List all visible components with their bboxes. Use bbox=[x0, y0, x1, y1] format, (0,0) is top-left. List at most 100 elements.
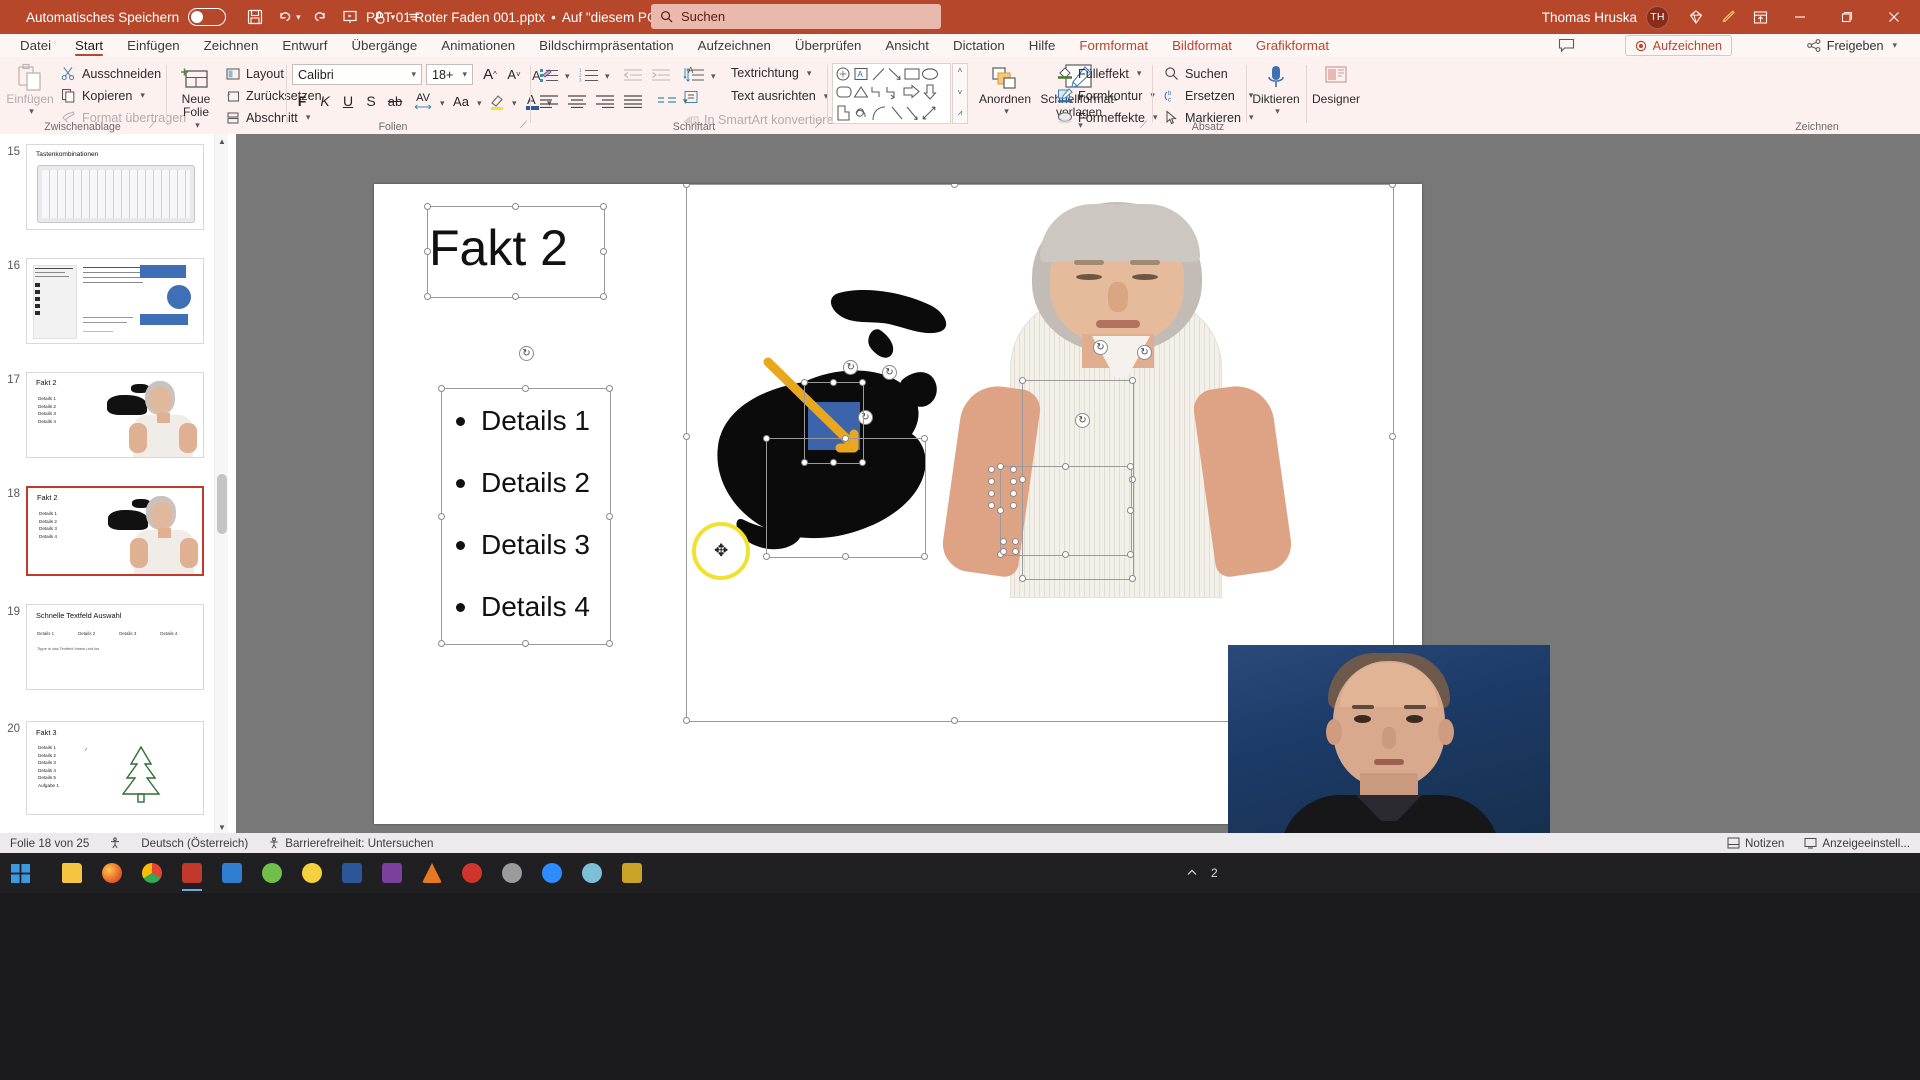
taskbar-item-word[interactable] bbox=[332, 853, 372, 893]
columns-button[interactable] bbox=[655, 90, 679, 111]
resize-handle-e[interactable] bbox=[606, 512, 613, 520]
resize-handle-ne[interactable] bbox=[859, 379, 866, 386]
line-spacing-dropdown-icon[interactable]: ▾ bbox=[711, 71, 716, 82]
resize-handle-se[interactable] bbox=[1129, 575, 1136, 582]
resize-handle-e[interactable] bbox=[1389, 432, 1396, 440]
thumbnail-slide[interactable]: Tastenkombinationen bbox=[26, 144, 204, 230]
taskbar-item-outlook[interactable] bbox=[212, 853, 252, 893]
thumbnail-scrollbar[interactable]: ▲ ▼ bbox=[214, 134, 228, 834]
ribbon-display-icon[interactable] bbox=[1745, 3, 1775, 31]
thumbnail-item-18[interactable]: 18 Fakt 2 Details 1 Details 2 Details 3 … bbox=[0, 486, 214, 576]
dictate-button[interactable]: Diktieren ▾ bbox=[1247, 63, 1305, 117]
scroll-down-icon[interactable]: ▼ bbox=[215, 820, 229, 834]
taskbar-item-snagit[interactable] bbox=[292, 853, 332, 893]
new-slide-dropdown-icon[interactable]: ▾ bbox=[195, 119, 200, 132]
rotate-handle[interactable]: ↻ bbox=[1093, 340, 1108, 355]
search-input[interactable]: Suchen bbox=[651, 4, 941, 29]
tab-zeichnen[interactable]: Zeichnen bbox=[192, 34, 271, 57]
justify-button[interactable] bbox=[621, 90, 645, 111]
resize-handle-e[interactable] bbox=[1127, 507, 1134, 514]
resize-handle-se[interactable] bbox=[859, 459, 866, 466]
webcam-overlay[interactable] bbox=[1228, 645, 1550, 833]
select-button[interactable]: Markieren ▾ bbox=[1163, 109, 1254, 126]
taskbar-item-zoom[interactable] bbox=[532, 853, 572, 893]
taskbar-tray[interactable]: 2 bbox=[1185, 866, 1218, 880]
resize-handle-sw[interactable] bbox=[801, 459, 808, 466]
resize-handle-nw[interactable] bbox=[763, 435, 770, 442]
taskbar-item-opera[interactable] bbox=[492, 853, 532, 893]
tab-formformat[interactable]: Formformat bbox=[1067, 34, 1160, 57]
shapes-scroll[interactable]: ˄ ˅ ⩘ bbox=[952, 63, 968, 124]
highlight-dropdown-icon[interactable]: ▾ bbox=[512, 98, 517, 109]
resize-handle-ne[interactable] bbox=[600, 203, 607, 210]
text-highlight-button[interactable] bbox=[487, 90, 509, 112]
tab-bildformat[interactable]: Bildformat bbox=[1160, 34, 1244, 57]
minimize-button[interactable] bbox=[1777, 0, 1822, 34]
resize-handle-s[interactable] bbox=[1062, 551, 1069, 558]
scrollbar-thumb[interactable] bbox=[217, 474, 227, 534]
font-name-combo[interactable]: Calibri ▾ bbox=[292, 64, 422, 85]
resize-handle-s[interactable] bbox=[842, 553, 849, 560]
font-dialog-launcher[interactable]: ⟋ bbox=[520, 120, 527, 131]
thumbnail-slide-selected[interactable]: Fakt 2 Details 1 Details 2 Details 3 Det… bbox=[26, 486, 204, 576]
clipboard-dialog-launcher[interactable]: ⟋ bbox=[149, 120, 156, 131]
shapes-scroll-down-icon[interactable]: ˅ bbox=[953, 88, 967, 97]
slide-editing-area[interactable]: Fakt 2 ↻ Details 1 Details 2 bbox=[236, 134, 1920, 834]
slide-counter[interactable]: Folie 18 von 25 bbox=[0, 833, 99, 853]
shrink-font-button[interactable]: A ˅ bbox=[503, 64, 525, 85]
tab-ueberpruefen[interactable]: Überprüfen bbox=[783, 34, 874, 57]
share-button[interactable]: Freigeben ▾ bbox=[1798, 35, 1906, 56]
resize-handle-w[interactable] bbox=[424, 248, 431, 255]
tab-bildschirmpraesentation[interactable]: Bildschirmpräsentation bbox=[527, 34, 686, 57]
copy-button[interactable]: Kopieren ▾ bbox=[60, 87, 145, 104]
resize-handle-se[interactable] bbox=[600, 293, 607, 300]
resize-handle-w[interactable] bbox=[683, 432, 690, 440]
align-text-icon-item[interactable] bbox=[682, 88, 699, 105]
title-textbox[interactable]: Fakt 2 ↻ bbox=[424, 203, 607, 300]
resize-handle-ne[interactable] bbox=[921, 435, 928, 442]
accessibility-status[interactable] bbox=[99, 833, 131, 853]
redo-icon[interactable] bbox=[305, 3, 335, 31]
save-icon[interactable] bbox=[240, 3, 270, 31]
taskbar-item-camtasia[interactable] bbox=[252, 853, 292, 893]
text-shadow-button[interactable]: S bbox=[361, 90, 381, 112]
arrange-button[interactable]: Anordnen ▾ bbox=[975, 63, 1035, 117]
new-slide-button[interactable]: Neue Folie ▾ bbox=[170, 63, 222, 132]
undo-dropdown-icon[interactable]: ▾ bbox=[296, 12, 301, 23]
resize-handle-sw[interactable] bbox=[1019, 575, 1026, 582]
resize-handle-nw[interactable] bbox=[1019, 377, 1026, 384]
rotate-handle-floating-1[interactable]: ↻ bbox=[1137, 345, 1152, 360]
resize-handle-ne[interactable] bbox=[1129, 377, 1136, 384]
resize-handle-se[interactable] bbox=[921, 553, 928, 560]
resize-handle-sw[interactable] bbox=[424, 293, 431, 300]
resize-handle-n[interactable] bbox=[512, 203, 519, 210]
font-name-dropdown-icon[interactable]: ▾ bbox=[411, 69, 416, 80]
tab-datei[interactable]: Datei bbox=[8, 34, 63, 57]
tab-aufzeichnen[interactable]: Aufzeichnen bbox=[686, 34, 783, 57]
designer-button[interactable]: Designer bbox=[1307, 63, 1365, 105]
resize-handle-w[interactable] bbox=[997, 507, 1004, 514]
taskbar-item-file-explorer[interactable] bbox=[52, 853, 92, 893]
thumbnail-item-17[interactable]: 17 Fakt 2 Details 1 Details 2 Details 3 … bbox=[0, 372, 214, 458]
notes-button[interactable]: Notizen bbox=[1717, 833, 1794, 853]
dictate-dropdown-icon[interactable]: ▾ bbox=[1275, 105, 1280, 117]
character-spacing-dropdown-icon[interactable]: ▾ bbox=[440, 98, 445, 109]
resize-handle-ne[interactable] bbox=[1389, 184, 1396, 188]
tab-ansicht[interactable]: Ansicht bbox=[873, 34, 941, 57]
taskbar-item-vlc[interactable] bbox=[412, 853, 452, 893]
taskbar-item-chrome[interactable] bbox=[132, 853, 172, 893]
resize-handle-nw[interactable] bbox=[438, 385, 445, 392]
character-spacing-button[interactable]: AV bbox=[409, 90, 437, 112]
thumbnail-slide[interactable]: Fakt 3 Details 1 Details 2 Details 3 Det… bbox=[26, 721, 204, 815]
resize-handle-s[interactable] bbox=[522, 640, 529, 647]
resize-handle-n[interactable] bbox=[522, 385, 529, 392]
resize-handle-sw[interactable] bbox=[438, 640, 445, 647]
tab-einfuegen[interactable]: Einfügen bbox=[115, 34, 192, 57]
copy-dropdown-icon[interactable]: ▾ bbox=[140, 90, 145, 101]
paragraph-dialog-launcher[interactable]: ⟋ bbox=[815, 120, 822, 131]
resize-handle-s[interactable] bbox=[512, 293, 519, 300]
italic-button[interactable]: K bbox=[315, 90, 335, 112]
restore-button[interactable] bbox=[1824, 0, 1869, 34]
resize-handle-se[interactable] bbox=[606, 640, 613, 647]
start-button[interactable] bbox=[0, 853, 40, 893]
